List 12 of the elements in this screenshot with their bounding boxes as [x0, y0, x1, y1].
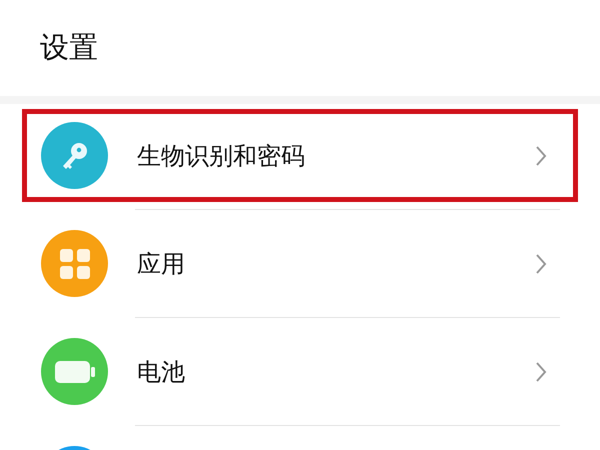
- chevron-right-icon: [535, 360, 547, 382]
- chevron-right-icon: [535, 252, 547, 274]
- item-label: 生物识别和密码: [137, 140, 306, 172]
- chevron-right-icon: [535, 144, 547, 166]
- grid-icon: [58, 246, 92, 280]
- item-label: 电池: [137, 356, 186, 388]
- item-label: 应用: [137, 248, 186, 280]
- settings-item[interactable]: 电池: [22, 325, 578, 418]
- settings-item[interactable]: 生物识别和密码: [22, 109, 578, 202]
- page-title: 设置: [40, 29, 98, 66]
- settings-item[interactable]: 应用: [22, 217, 578, 310]
- battery-icon: [54, 360, 94, 382]
